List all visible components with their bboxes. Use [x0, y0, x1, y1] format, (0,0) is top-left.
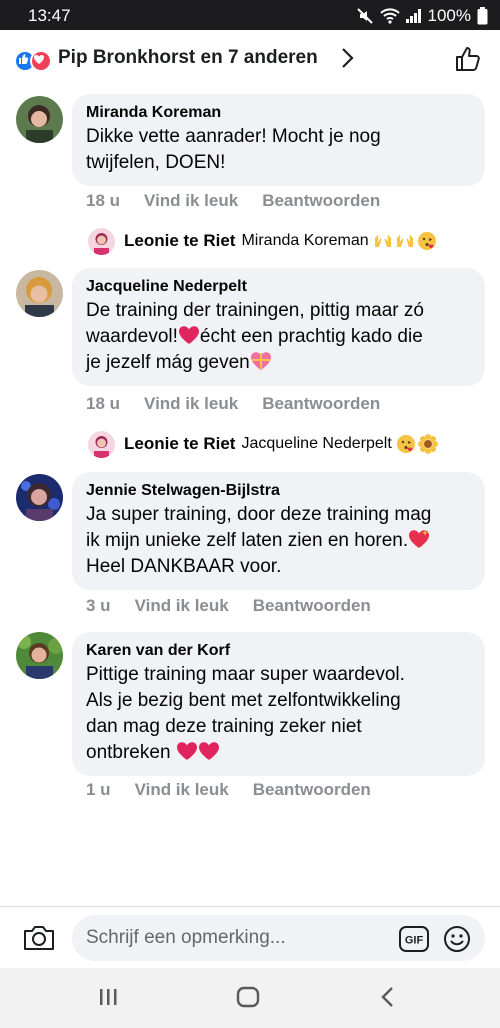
- mute-icon: [356, 8, 373, 24]
- reply-author: Leonie te Riet: [124, 231, 236, 250]
- raised-hands-emoji-icon: [374, 235, 391, 247]
- reply-text: Miranda Koreman: [241, 232, 369, 249]
- comment-actions: 1 u Vind ik leuk Beantwoorden: [86, 780, 371, 800]
- like-link[interactable]: Vind ik leuk: [144, 394, 238, 414]
- red-heart-emoji-icon: [178, 326, 199, 344]
- love-reaction-icon: [30, 50, 52, 72]
- comment-author[interactable]: Karen van der Korf: [86, 640, 471, 662]
- status-icons: 100%: [356, 6, 488, 26]
- comment-bubble[interactable]: Jacqueline Nederpelt De training der tra…: [72, 268, 485, 386]
- comment-time: 18 u: [86, 191, 121, 210]
- sunflower-emoji-icon: [417, 434, 438, 454]
- like-link[interactable]: Vind ik leuk: [135, 780, 229, 800]
- comment-text: De training der trainingen, pittig maar …: [86, 300, 424, 373]
- comment-time: 3 u: [86, 596, 111, 615]
- reply-link[interactable]: Beantwoorden: [253, 780, 371, 800]
- home-icon[interactable]: [236, 986, 260, 1008]
- avatar[interactable]: [16, 632, 63, 679]
- reply-avatar: [88, 430, 115, 458]
- gif-label: GIF: [405, 935, 424, 947]
- reply-text: Jacqueline Nederpelt: [241, 435, 392, 452]
- comment-bubble[interactable]: Miranda Koreman Dikke vette aanrader! Mo…: [72, 94, 485, 186]
- comment-time: 18 u: [86, 394, 121, 413]
- reactions-header[interactable]: Pip Bronkhorst en 7 anderen: [0, 30, 500, 88]
- kiss-face-emoji-icon: [417, 232, 436, 250]
- comment-input-placeholder: Schrijf een opmerking...: [86, 927, 286, 948]
- gift-heart-emoji-icon: [250, 352, 271, 370]
- red-heart-emoji-icon: [176, 742, 197, 760]
- reactions-title[interactable]: Pip Bronkhorst en 7 anderen: [58, 47, 318, 69]
- raised-hands-emoji-icon: [396, 235, 413, 247]
- comment-author[interactable]: Miranda Koreman: [86, 102, 471, 124]
- status-bar: 13:47 100%: [0, 0, 500, 30]
- reply-author: Leonie te Riet: [124, 434, 236, 453]
- reply-emojis: [396, 434, 438, 454]
- battery-percent: 100%: [427, 6, 471, 25]
- reaction-icons: [14, 50, 52, 72]
- wifi-icon: [379, 8, 400, 24]
- red-heart-emoji-icon: [198, 742, 219, 760]
- sparkling-heart-emoji-icon: [409, 530, 430, 548]
- comment-input[interactable]: Schrijf een opmerking... GIF: [72, 915, 485, 961]
- comment-bubble[interactable]: Karen van der Korf Pittige training maar…: [72, 632, 485, 776]
- camera-icon[interactable]: [22, 923, 56, 953]
- like-link[interactable]: Vind ik leuk: [135, 596, 229, 616]
- comment-actions: 18 u Vind ik leuk Beantwoorden: [86, 191, 380, 211]
- battery-icon: [477, 7, 488, 25]
- signal-icon: [405, 9, 421, 23]
- chevron-right-icon[interactable]: [340, 47, 354, 69]
- reply-link[interactable]: Beantwoorden: [262, 394, 380, 414]
- comment-composer: Schrijf een opmerking... GIF: [0, 906, 500, 969]
- comment-time: 1 u: [86, 780, 111, 799]
- reply-emojis: [373, 231, 437, 251]
- reply-link[interactable]: Beantwoorden: [262, 191, 380, 211]
- system-nav-bar: [0, 968, 500, 1028]
- comment-author[interactable]: Jennie Stelwagen-Bijlstra: [86, 480, 471, 502]
- back-icon[interactable]: [378, 986, 398, 1008]
- reply-preview[interactable]: Leonie te Riet Jacqueline Nederpelt: [88, 429, 438, 459]
- status-time: 13:47: [28, 6, 71, 25]
- comment-text: Dikke vette aanrader! Mocht je nog twijf…: [86, 126, 381, 173]
- reply-link[interactable]: Beantwoorden: [253, 596, 371, 616]
- avatar[interactable]: [16, 474, 63, 521]
- kiss-face-emoji-icon: [396, 435, 415, 453]
- emoji-picker-icon[interactable]: [443, 925, 471, 953]
- comment-text: Ja super training, door deze training ma…: [86, 504, 432, 577]
- comment-actions: 3 u Vind ik leuk Beantwoorden: [86, 596, 371, 616]
- comment-text: Pittige training maar super waardevol. A…: [86, 664, 405, 763]
- recent-apps-icon[interactable]: [97, 986, 119, 1008]
- gif-icon[interactable]: GIF: [399, 926, 429, 952]
- comment-bubble[interactable]: Jennie Stelwagen-Bijlstra Ja super train…: [72, 472, 485, 590]
- comment-actions: 18 u Vind ik leuk Beantwoorden: [86, 394, 380, 414]
- avatar[interactable]: [16, 270, 63, 317]
- avatar[interactable]: [16, 96, 63, 143]
- reply-preview[interactable]: Leonie te Riet Miranda Koreman: [88, 226, 437, 256]
- reply-avatar: [88, 227, 115, 255]
- comment-author[interactable]: Jacqueline Nederpelt: [86, 276, 471, 298]
- like-link[interactable]: Vind ik leuk: [144, 191, 238, 211]
- like-outline-icon[interactable]: [454, 45, 482, 73]
